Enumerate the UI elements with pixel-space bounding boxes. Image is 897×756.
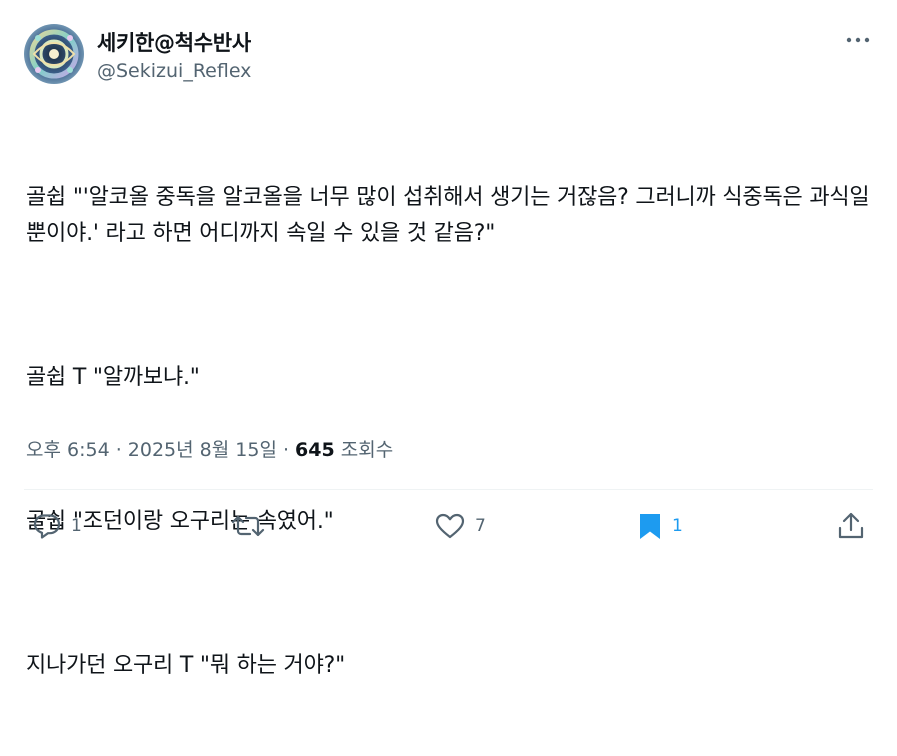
views-count: 645 [295, 439, 335, 461]
like-button[interactable]: 7 [435, 506, 486, 546]
retweet-button[interactable] [231, 506, 275, 546]
tweet-metadata: 오후 6:54 · 2025년 8월 15일 · 645 조회수 [26, 435, 393, 462]
views-label: 조회수 [334, 439, 394, 461]
share-button[interactable] [838, 506, 864, 546]
retweet-icon [231, 515, 265, 537]
tweet-paragraph: 지나가던 오구리 T "뭐 하는 거야?" [26, 653, 346, 678]
bookmark-button[interactable]: 1 [638, 506, 683, 546]
tweet-paragraph: 골쉽 "'알코올 중독을 알코올을 너무 많이 섭취해서 생기는 거잖음? 그러… [26, 185, 877, 246]
share-icon [838, 512, 864, 539]
heart-icon [435, 513, 465, 539]
tweet-timestamp[interactable]: 오후 6:54 · 2025년 8월 15일 · [26, 439, 295, 461]
like-count: 7 [475, 516, 486, 536]
reply-button[interactable]: 1 [33, 506, 82, 546]
reply-icon [33, 514, 61, 539]
more-dots-icon [846, 37, 870, 43]
tweet-card: 세키한@척수반사 @Sekizui_Reflex 골쉽 "'알코올 중독을 알코… [0, 0, 897, 678]
bookmark-count: 1 [672, 516, 683, 536]
divider [24, 489, 873, 490]
tweet-text: 골쉽 "'알코올 중독을 알코올을 너무 많이 섭취해서 생기는 거잖음? 그러… [26, 108, 876, 756]
more-options-button[interactable] [843, 28, 873, 52]
author-display-name[interactable]: 세키한@척수반사 [97, 27, 251, 57]
author-handle[interactable]: @Sekizui_Reflex [97, 60, 251, 82]
bookmark-icon [640, 514, 660, 539]
avatar[interactable] [24, 24, 84, 84]
action-bar: 1 7 1 [0, 506, 897, 546]
tweet-paragraph: 골쉽 T "알까보냐." [26, 365, 200, 390]
avatar-image [24, 24, 84, 84]
reply-count: 1 [71, 516, 82, 536]
